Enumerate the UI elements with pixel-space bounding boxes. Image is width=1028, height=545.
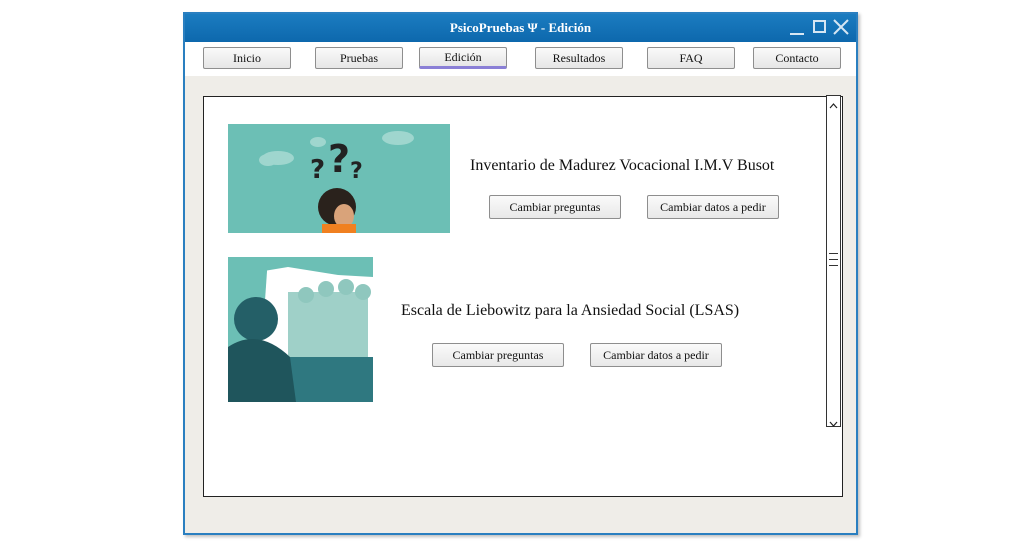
svg-text:?: ? (328, 137, 350, 181)
scroll-down-icon[interactable] (829, 415, 838, 427)
tests-panel: ? ? ? Inventario de Madurez Vocacional I… (203, 96, 843, 497)
minimize-icon[interactable] (790, 18, 806, 38)
nav-pruebas-button[interactable]: Pruebas (315, 47, 403, 69)
svg-text:?: ? (350, 159, 363, 184)
test-2-change-questions-button[interactable]: Cambiar preguntas (432, 343, 564, 367)
scroll-thumb[interactable] (829, 248, 838, 272)
window-title: PsicoPruebas Ψ - Edición (449, 20, 592, 35)
scroll-up-icon[interactable] (829, 98, 838, 109)
nav-resultados-button[interactable]: Resultados (535, 47, 623, 69)
vertical-scrollbar[interactable] (826, 95, 841, 427)
test-1-image: ? ? ? (228, 124, 450, 233)
nav-inicio-button[interactable]: Inicio (203, 47, 291, 69)
test-1-title: Inventario de Madurez Vocacional I.M.V B… (470, 157, 775, 174)
test-1-change-questions-button[interactable]: Cambiar preguntas (489, 195, 621, 219)
title-bar[interactable]: PsicoPruebas Ψ - Edición (185, 14, 856, 42)
close-icon[interactable] (832, 18, 850, 38)
maximize-icon[interactable] (812, 18, 828, 38)
nav-edicion-button[interactable]: Edición (419, 47, 507, 69)
test-2-image (228, 257, 373, 402)
test-2-change-data-button[interactable]: Cambiar datos a pedir (590, 343, 722, 367)
test-2-title: Escala de Liebowitz para la Ansiedad Soc… (401, 302, 740, 319)
svg-text:?: ? (310, 155, 325, 185)
nav-faq-button[interactable]: FAQ (647, 47, 735, 69)
app-window: PsicoPruebas Ψ - Edición Inicio Pruebas … (183, 12, 858, 535)
nav-bar: Inicio Pruebas Edición Resultados FAQ Co… (185, 42, 856, 76)
nav-contacto-button[interactable]: Contacto (753, 47, 841, 69)
test-1-change-data-button[interactable]: Cambiar datos a pedir (647, 195, 779, 219)
